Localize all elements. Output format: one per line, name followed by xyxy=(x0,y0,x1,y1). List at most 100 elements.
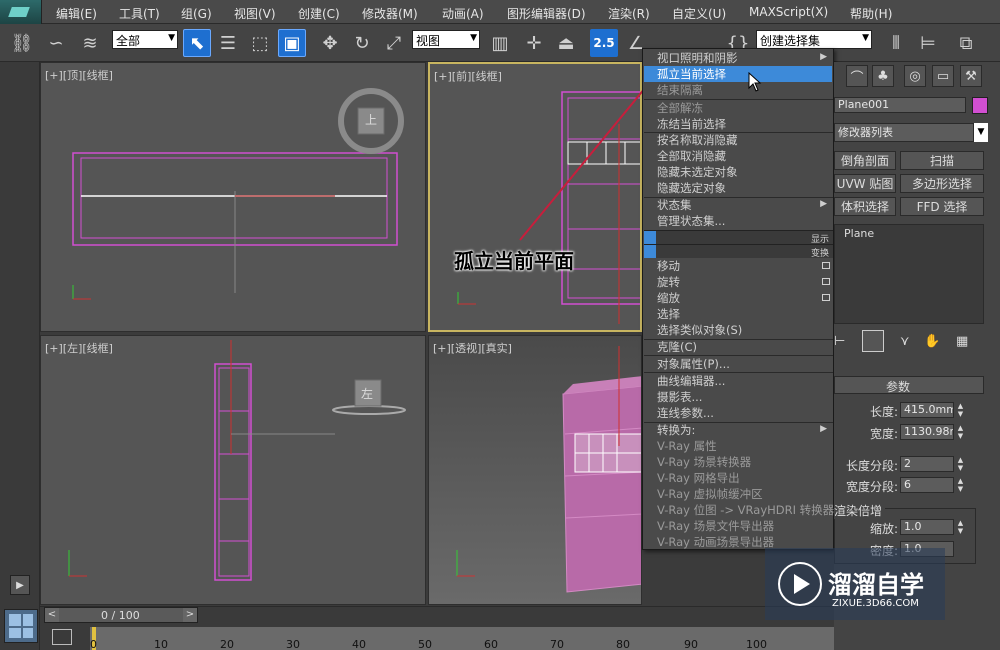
menu-item-hide-unselected[interactable]: 隐藏未选定对象 xyxy=(657,164,738,180)
viewport-top[interactable]: [+][顶][线框] 上 xyxy=(40,62,426,332)
menu-item-vray-frame-buffer[interactable]: V-Ray 虚拟帧缓冲区 xyxy=(657,486,763,502)
spinner-icon[interactable]: ▲ ▼ xyxy=(956,456,965,472)
menu-item-select[interactable]: 选择 xyxy=(657,306,680,322)
menu-item-freeze-selection[interactable]: 冻结当前选择 xyxy=(657,116,726,132)
menu-item-vray-mesh-export[interactable]: V-Ray 网格导出 xyxy=(657,470,740,486)
settings-box-icon[interactable] xyxy=(822,294,830,301)
make-unique-icon[interactable]: ⋎ xyxy=(900,334,910,349)
menu-item-isolate-selection[interactable]: 孤立当前选择 xyxy=(657,66,726,82)
spinner-icon[interactable]: ▲ ▼ xyxy=(956,402,965,418)
key-filter-icon[interactable] xyxy=(52,629,72,645)
menu-item-curve-editor[interactable]: 曲线编辑器... xyxy=(657,373,725,389)
menu-item-hide-selection[interactable]: 隐藏选定对象 xyxy=(657,180,726,196)
spinner-icon[interactable]: ▲ ▼ xyxy=(956,477,965,493)
stack-item-plane[interactable]: Plane xyxy=(844,227,874,240)
modify-tab-icon[interactable]: ⌒ xyxy=(846,65,868,87)
display-tab-icon[interactable]: ▭ xyxy=(932,65,954,87)
viewport-layout-icon[interactable] xyxy=(4,609,38,643)
hierarchy-tab-icon[interactable]: ♣ xyxy=(872,65,894,87)
object-name-field[interactable]: Plane001 xyxy=(834,97,966,113)
rect-selection-icon[interactable]: ⬚ xyxy=(246,29,274,57)
vol-select-button[interactable]: 体积选择 xyxy=(834,197,896,216)
spinner-icon[interactable]: ▲ ▼ xyxy=(956,519,965,535)
menu-item-vray-anim-exporter[interactable]: V-Ray 动画场景导出器 xyxy=(657,534,774,550)
configure-sets-icon[interactable]: ▦ xyxy=(956,334,968,349)
settings-box-icon[interactable] xyxy=(822,262,830,269)
menu-help[interactable]: 帮助(H) xyxy=(850,5,892,22)
unlink-icon[interactable]: ∽ xyxy=(42,29,70,57)
object-color-swatch[interactable] xyxy=(972,97,988,114)
keyboard-shortcut-icon[interactable]: ⏏ xyxy=(552,29,580,57)
menu-item-unhide-all[interactable]: 全部取消隐藏 xyxy=(657,148,726,164)
named-selection-set-select[interactable]: 创建选择集 xyxy=(756,30,872,49)
length-input[interactable]: 415.0mm xyxy=(900,402,954,418)
selection-filter-select[interactable]: 全部 xyxy=(112,30,178,49)
next-frame-icon[interactable]: > xyxy=(183,608,197,622)
menu-graph-editors[interactable]: 图形编辑器(D) xyxy=(507,5,586,22)
menu-item-viewport-lighting[interactable]: 视口照明和阴影 xyxy=(657,50,738,66)
menu-item-clone[interactable]: 克隆(C) xyxy=(657,339,697,355)
menu-rendering[interactable]: 渲染(R) xyxy=(608,5,650,22)
view-cube-label[interactable]: 左 xyxy=(361,385,373,402)
menu-item-select-similar[interactable]: 选择类似对象(S) xyxy=(657,322,742,338)
bevel-profile-button[interactable]: 倒角剖面 xyxy=(834,151,896,170)
snap-toggle-button[interactable]: 2.5 xyxy=(590,29,618,57)
view-cube-label[interactable]: 上 xyxy=(365,111,377,128)
menu-item-convert-to[interactable]: 转换为: xyxy=(657,422,695,438)
menu-item-move[interactable]: 移动 xyxy=(657,258,680,274)
menu-item-vray-scene-converter[interactable]: V-Ray 场景转换器 xyxy=(657,454,751,470)
prev-frame-icon[interactable]: < xyxy=(45,608,59,622)
viewport-perspective[interactable]: [+][透视][真实] xyxy=(428,335,642,605)
layer-manager-icon[interactable]: ⧉ xyxy=(952,29,980,57)
menu-item-vray-scene-exporter[interactable]: V-Ray 场景文件导出器 xyxy=(657,518,774,534)
menu-modifiers[interactable]: 修改器(M) xyxy=(362,5,418,22)
scale-input[interactable]: 1.0 xyxy=(900,519,954,535)
chevron-down-icon[interactable]: ▼ xyxy=(974,123,988,142)
bind-spacewarp-icon[interactable]: ≋ xyxy=(76,29,104,57)
spinner-icon[interactable]: ▲ ▼ xyxy=(956,424,965,440)
menu-group[interactable]: 组(G) xyxy=(181,5,212,22)
menu-item-vray-properties[interactable]: V-Ray 属性 xyxy=(657,438,717,454)
pin-stack-icon[interactable]: ⊢ xyxy=(834,334,845,349)
mirror-icon[interactable]: ⫴ xyxy=(882,29,910,57)
menu-item-rotate[interactable]: 旋转 xyxy=(657,274,680,290)
rotate-icon[interactable]: ↻ xyxy=(348,29,376,57)
show-end-result-icon[interactable] xyxy=(862,330,884,352)
ffd-select-button[interactable]: FFD 选择 xyxy=(900,197,984,216)
menu-create[interactable]: 创建(C) xyxy=(298,5,340,22)
align-icon[interactable]: ⊨ xyxy=(914,29,942,57)
menu-tools[interactable]: 工具(T) xyxy=(119,5,160,22)
remove-modifier-icon[interactable]: ✋ xyxy=(924,334,940,349)
motion-tab-icon[interactable]: ◎ xyxy=(904,65,926,87)
track-bar[interactable] xyxy=(90,627,834,650)
menu-maxscript[interactable]: MAXScript(X) xyxy=(749,5,828,19)
select-by-name-icon[interactable]: ☰ xyxy=(214,29,242,57)
sweep-button[interactable]: 扫描 xyxy=(900,151,984,170)
viewport-left[interactable]: [+][左][线框] 左 xyxy=(40,335,426,605)
menu-item-end-isolate[interactable]: 结束隔离 xyxy=(657,82,703,98)
menu-item-unfreeze-all[interactable]: 全部解冻 xyxy=(657,100,703,116)
menu-item-vray-hdri-converter[interactable]: V-Ray 位图 -> VRayHDRI 转换器 xyxy=(657,502,834,518)
window-crossing-icon[interactable]: ▣ xyxy=(278,29,306,57)
link-icon[interactable]: ⛓ xyxy=(8,29,36,57)
menu-item-unhide-by-name[interactable]: 按名称取消隐藏 xyxy=(657,132,738,148)
menu-views[interactable]: 视图(V) xyxy=(234,5,276,22)
move-icon[interactable]: ✥ xyxy=(316,29,344,57)
utilities-tab-icon[interactable]: ⚒ xyxy=(960,65,982,87)
menu-item-scale[interactable]: 缩放 xyxy=(657,290,680,306)
select-object-icon[interactable]: ⬉ xyxy=(183,29,211,57)
select-manipulate-icon[interactable]: ✛ xyxy=(520,29,548,57)
uvw-map-button[interactable]: UVW 贴图 xyxy=(834,174,896,193)
modifier-list-select[interactable]: 修改器列表 xyxy=(834,123,974,142)
menu-item-wire-parameters[interactable]: 连线参数... xyxy=(657,405,714,421)
width-segs-input[interactable]: 6 xyxy=(900,477,954,493)
app-logo-icon[interactable] xyxy=(0,0,42,24)
length-segs-input[interactable]: 2 xyxy=(900,456,954,472)
menu-item-manage-state-sets[interactable]: 管理状态集... xyxy=(657,213,725,229)
menu-item-dope-sheet[interactable]: 摄影表... xyxy=(657,389,702,405)
width-input[interactable]: 1130.98m xyxy=(900,424,954,440)
play-icon[interactable]: ▶ xyxy=(10,575,30,595)
menu-animation[interactable]: 动画(A) xyxy=(442,5,484,22)
reference-coord-select[interactable]: 视图 xyxy=(412,30,480,49)
menu-customize[interactable]: 自定义(U) xyxy=(672,5,726,22)
